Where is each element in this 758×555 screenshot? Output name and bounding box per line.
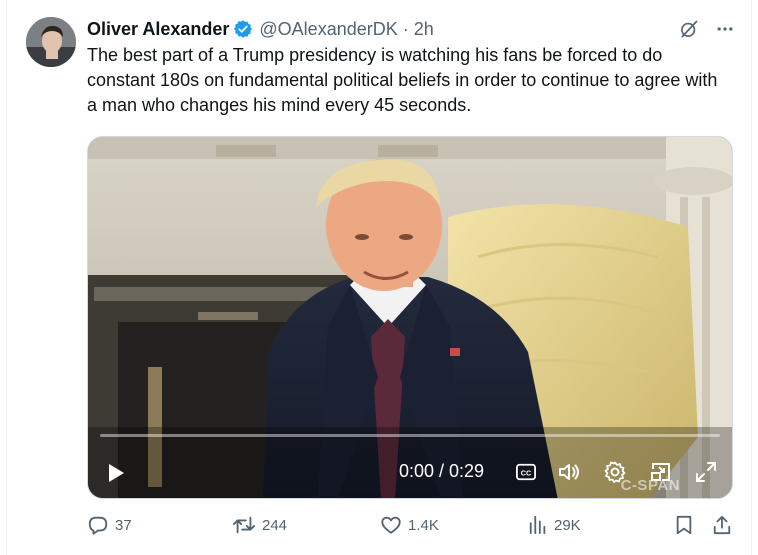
captions-icon[interactable]: CC [513, 459, 539, 485]
reply-icon [88, 516, 108, 535]
video-frame [88, 137, 732, 498]
post-time[interactable]: 2h [414, 19, 434, 40]
repost-button[interactable]: 244 [232, 514, 287, 536]
more-options-icon[interactable] [714, 18, 736, 40]
share-icon [713, 515, 731, 535]
video-timecode: 0:00 / 0:29 [399, 461, 485, 481]
reply-button[interactable]: 37 [87, 514, 132, 536]
reply-count: 37 [115, 516, 132, 534]
video-progress-bar[interactable] [100, 434, 720, 437]
volume-icon[interactable] [556, 459, 582, 485]
analytics-icon [529, 515, 546, 535]
author-name[interactable]: Oliver Alexander [87, 19, 229, 40]
svg-text:CC: CC [521, 469, 532, 478]
like-button[interactable]: 1.4K [380, 514, 439, 536]
grok-icon[interactable] [678, 18, 700, 40]
author-handle[interactable]: @OAlexanderDK [259, 19, 397, 40]
engagement-bar: 37 244 1.4K 29K [87, 514, 732, 540]
heart-icon [381, 516, 401, 534]
avatar[interactable] [26, 17, 76, 67]
views-count: 29K [554, 516, 581, 534]
fullscreen-icon[interactable] [693, 459, 719, 485]
views-button[interactable]: 29K [528, 514, 581, 536]
separator-dot: · [402, 18, 409, 39]
dock-icon[interactable] [648, 459, 674, 485]
video-player[interactable]: C-SPAN 0:00 / 0:29 CC [87, 136, 733, 499]
tweet-text: The best part of a Trump presidency is w… [87, 45, 718, 115]
play-icon[interactable] [104, 461, 128, 485]
verified-badge-icon [233, 19, 253, 39]
video-controls: 0:00 / 0:29 CC [88, 455, 732, 491]
tweet-header: Oliver Alexander @OAlexanderDK · 2h [87, 17, 434, 41]
settings-icon[interactable] [602, 459, 628, 485]
top-actions [678, 18, 736, 40]
bookmark-icon [676, 515, 692, 535]
repost-count: 244 [262, 516, 288, 534]
like-count: 1.4K [408, 516, 439, 534]
repost-icon [233, 516, 255, 534]
share-button[interactable] [712, 514, 732, 536]
bookmark-button[interactable] [674, 514, 694, 536]
